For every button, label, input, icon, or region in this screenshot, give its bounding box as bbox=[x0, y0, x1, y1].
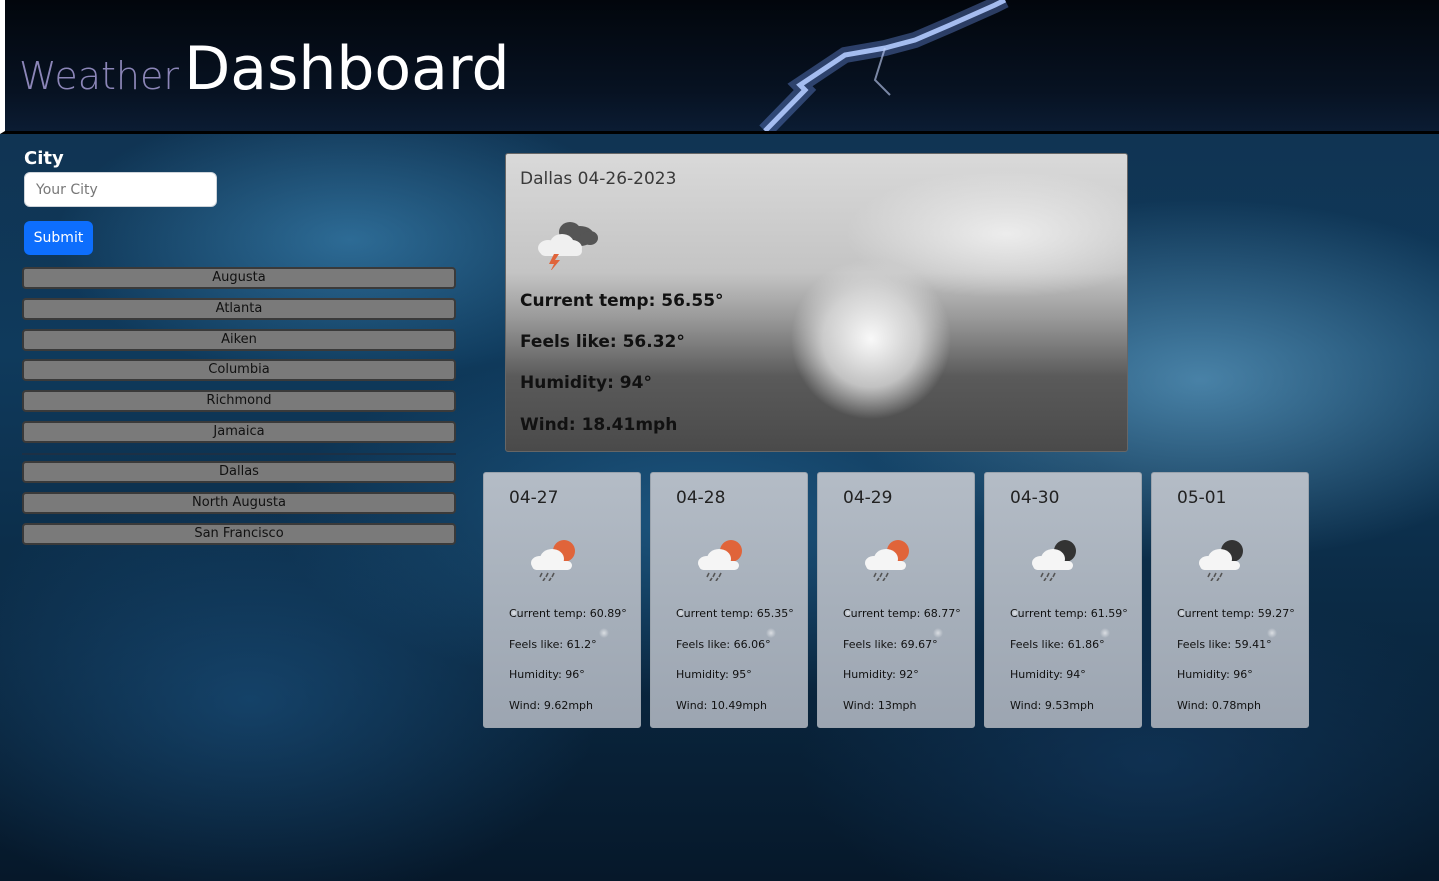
forecast-temp: Current temp: 60.89° bbox=[509, 607, 627, 620]
forecast-feels-like: Feels like: 61.2° bbox=[509, 638, 597, 651]
current-temp: Current temp: 56.55° bbox=[520, 291, 724, 311]
forecast-feels-like: Feels like: 66.06° bbox=[676, 638, 771, 651]
rain-cloud-sun-icon bbox=[531, 540, 575, 581]
forecast-card: 04-28 Current temp: 65.35° Feels like: 6… bbox=[650, 472, 808, 728]
forecast-wind: Wind: 13mph bbox=[843, 699, 917, 712]
forecast-date: 05-01 bbox=[1177, 488, 1227, 508]
forecast-date: 04-27 bbox=[509, 488, 559, 508]
forecast-wind: Wind: 9.53mph bbox=[1010, 699, 1095, 712]
forecast-wind: Wind: 0.78mph bbox=[1177, 699, 1262, 712]
forecast-card: 04-30 Current temp: 61.59° Feels like: 6… bbox=[984, 472, 1142, 728]
forecast-card: 04-27 Current temp: 60.89° Feels like: 6… bbox=[483, 472, 641, 728]
current-humidity: Humidity: 94° bbox=[520, 373, 652, 393]
forecast-date: 04-29 bbox=[843, 488, 893, 508]
current-wind: Wind: 18.41mph bbox=[520, 415, 678, 435]
history-button-richmond[interactable]: Richmond bbox=[22, 390, 456, 412]
submit-button[interactable]: Submit bbox=[24, 221, 93, 255]
forecast-humidity: Humidity: 95° bbox=[676, 668, 752, 681]
history-button-atlanta[interactable]: Atlanta bbox=[22, 298, 456, 320]
forecast-humidity: Humidity: 94° bbox=[1010, 668, 1086, 681]
forecast-humidity: Humidity: 96° bbox=[1177, 668, 1253, 681]
forecast-humidity: Humidity: 96° bbox=[509, 668, 585, 681]
history-button-columbia[interactable]: Columbia bbox=[22, 359, 456, 381]
history-button-jamaica[interactable]: Jamaica bbox=[22, 421, 456, 443]
rain-cloud-moon-icon bbox=[1032, 540, 1076, 581]
forecast-humidity: Humidity: 92° bbox=[843, 668, 919, 681]
forecast-wind: Wind: 9.62mph bbox=[509, 699, 594, 712]
history-divider bbox=[22, 453, 456, 455]
rain-cloud-sun-icon bbox=[698, 540, 742, 581]
city-search-input[interactable] bbox=[24, 172, 217, 207]
forecast-temp: Current temp: 59.27° bbox=[1177, 607, 1295, 620]
history-button-augusta[interactable]: Augusta bbox=[22, 267, 456, 289]
forecast-date: 04-30 bbox=[1010, 488, 1060, 508]
forecast-temp: Current temp: 61.59° bbox=[1010, 607, 1128, 620]
forecast-feels-like: Feels like: 61.86° bbox=[1010, 638, 1105, 651]
forecast-card: 05-01 Current temp: 59.27° Feels like: 5… bbox=[1151, 472, 1309, 728]
history-button-aiken[interactable]: Aiken bbox=[22, 329, 456, 351]
forecast-card: 04-29 Current temp: 68.77° Feels like: 6… bbox=[817, 472, 975, 728]
forecast-wind: Wind: 10.49mph bbox=[676, 699, 768, 712]
history-button-dallas[interactable]: Dallas bbox=[22, 461, 456, 483]
rain-cloud-sun-icon bbox=[865, 540, 909, 581]
rain-cloud-moon-icon bbox=[1199, 540, 1243, 581]
header-title-dashboard: Dashboard bbox=[184, 34, 510, 104]
thunderstorm-cloud-icon bbox=[538, 222, 598, 270]
forecast-date: 04-28 bbox=[676, 488, 726, 508]
page-header: Weather Dashboard bbox=[0, 0, 1439, 134]
history-button-san-francisco[interactable]: San Francisco bbox=[22, 523, 456, 545]
header-title-weather: Weather bbox=[19, 54, 179, 98]
forecast-temp: Current temp: 65.35° bbox=[676, 607, 794, 620]
forecast-feels-like: Feels like: 59.41° bbox=[1177, 638, 1272, 651]
city-label: City bbox=[24, 148, 64, 169]
current-weather-card: Dallas 04-26-2023 Current temp: 56.55° F… bbox=[505, 153, 1128, 452]
forecast-feels-like: Feels like: 69.67° bbox=[843, 638, 938, 651]
current-feels-like: Feels like: 56.32° bbox=[520, 332, 685, 352]
current-city-date: Dallas 04-26-2023 bbox=[520, 169, 677, 189]
history-button-north-augusta[interactable]: North Augusta bbox=[22, 492, 456, 514]
forecast-temp: Current temp: 68.77° bbox=[843, 607, 961, 620]
